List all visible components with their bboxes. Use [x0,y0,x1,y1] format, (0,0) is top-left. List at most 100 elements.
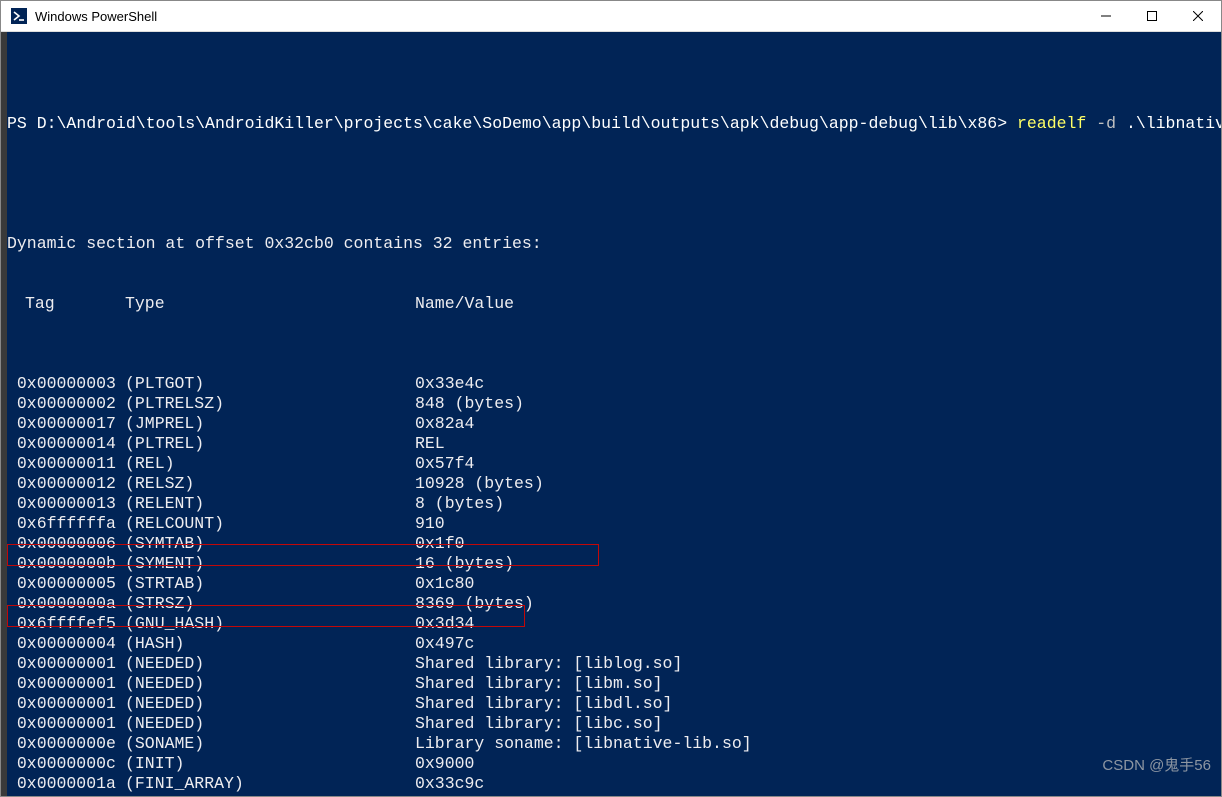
cell-value: 0x57f4 [415,454,474,474]
cell-tag: 0x00000005 [7,574,125,594]
cell-type: (NEEDED) [125,714,415,734]
table-row: 0x6ffffef5(GNU_HASH)0x3d34 [7,614,1217,634]
cell-tag: 0x0000000c [7,754,125,774]
cell-value: 8369 (bytes) [415,594,534,614]
cell-tag: 0x00000001 [7,694,125,714]
table-row: 0x00000001(NEEDED)Shared library: [liblo… [7,654,1217,674]
cell-type: (PLTREL) [125,434,415,454]
maximize-button[interactable] [1129,1,1175,31]
cell-tag: 0x6ffffef5 [7,614,125,634]
close-button[interactable] [1175,1,1221,31]
cell-tag: 0x00000013 [7,494,125,514]
table-row: 0x0000001a(FINI_ARRAY)0x33c9c [7,774,1217,794]
cell-tag: 0x00000014 [7,434,125,454]
cell-type: (FINI_ARRAY) [125,774,415,794]
table-row: 0x00000011(REL)0x57f4 [7,454,1217,474]
cell-type: (STRTAB) [125,574,415,594]
table-row: 0x0000000b(SYMENT)16 (bytes) [7,554,1217,574]
titlebar[interactable]: Windows PowerShell [1,1,1221,32]
table-row: 0x00000001(NEEDED)Shared library: [libm.… [7,674,1217,694]
cell-tag: 0x0000000a [7,594,125,614]
cell-type: (SYMENT) [125,554,415,574]
cell-value: 910 [415,514,445,534]
minimize-button[interactable] [1083,1,1129,31]
hdr-value: Name/Value [415,294,514,314]
cell-tag: 0x6ffffffa [7,514,125,534]
cell-value: Shared library: [libm.so] [415,674,663,694]
cell-tag: 0x00000001 [7,714,125,734]
table-row: 0x00000013(RELENT)8 (bytes) [7,494,1217,514]
cell-type: (STRSZ) [125,594,415,614]
cell-value: 0x1f0 [415,534,465,554]
cell-type: (RELENT) [125,494,415,514]
cell-type: (NEEDED) [125,654,415,674]
prompt-gt: > [997,114,1007,133]
table-row: 0x00000001(NEEDED)Shared library: [libdl… [7,694,1217,714]
cell-type: (INIT) [125,754,415,774]
output-rows: 0x00000003(PLTGOT)0x33e4c 0x00000002(PLT… [7,374,1217,796]
blank-line [7,174,1217,194]
cell-tag: 0x0000000e [7,734,125,754]
cell-type: (GNU_HASH) [125,614,415,634]
cell-tag: 0x00000011 [7,454,125,474]
powershell-icon [11,8,27,24]
cell-type: (REL) [125,454,415,474]
terminal-area[interactable]: PS D:\Android\tools\AndroidKiller\projec… [1,32,1221,796]
command-option: -d [1096,114,1116,133]
prompt-line-1: PS D:\Android\tools\AndroidKiller\projec… [7,114,1217,134]
cell-type: (JMPREL) [125,414,415,434]
cell-value: Shared library: [liblog.so] [415,654,682,674]
cell-tag: 0x0000000b [7,554,125,574]
cell-value: REL [415,434,445,454]
cell-value: 16 (bytes) [415,554,514,574]
cell-value: 0x82a4 [415,414,474,434]
cell-type: (RELCOUNT) [125,514,415,534]
table-row: 0x0000000a(STRSZ)8369 (bytes) [7,594,1217,614]
cell-value: 8 (bytes) [415,794,504,796]
cell-type: (SYMTAB) [125,534,415,554]
cell-type: (PLTGOT) [125,374,415,394]
ps-prefix: PS [7,114,37,133]
cell-value: Library soname: [libnative-lib.so] [415,734,752,754]
cell-tag: 0x0000001a [7,774,125,794]
cell-type: (FINI_ARRAYSZ) [125,794,415,796]
cell-tag: 0x00000004 [7,634,125,654]
table-row: 0x0000000e(SONAME)Library soname: [libna… [7,734,1217,754]
table-row: 0x00000017(JMPREL)0x82a4 [7,414,1217,434]
table-row: 0x0000001c(FINI_ARRAYSZ)8 (bytes) [7,794,1217,796]
cell-value: Shared library: [libdl.so] [415,694,672,714]
table-row: 0x00000003(PLTGOT)0x33e4c [7,374,1217,394]
hdr-type: Type [125,294,415,314]
cell-value: 0x33e4c [415,374,484,394]
cell-tag: 0x00000001 [7,674,125,694]
table-row: 0x00000014(PLTREL)REL [7,434,1217,454]
cell-type: (NEEDED) [125,674,415,694]
cell-value: 0x497c [415,634,474,654]
scrollbar-left[interactable] [1,32,7,796]
cell-value: 0x33c9c [415,774,484,794]
table-row: 0x00000012(RELSZ)10928 (bytes) [7,474,1217,494]
column-headers: TagTypeName/Value [7,294,1217,314]
table-row: 0x00000005(STRTAB)0x1c80 [7,574,1217,594]
table-row: 0x00000004(HASH)0x497c [7,634,1217,654]
table-row: 0x00000001(NEEDED)Shared library: [libc.… [7,714,1217,734]
cell-tag: 0x00000012 [7,474,125,494]
cell-value: 8 (bytes) [415,494,504,514]
cell-tag: 0x00000003 [7,374,125,394]
cell-tag: 0x00000001 [7,654,125,674]
cell-value: 848 (bytes) [415,394,524,414]
hdr-tag: Tag [7,294,125,314]
cell-tag: 0x0000001c [7,794,125,796]
table-row: 0x0000000c(INIT)0x9000 [7,754,1217,774]
cell-type: (HASH) [125,634,415,654]
cell-tag: 0x00000002 [7,394,125,414]
cell-tag: 0x00000017 [7,414,125,434]
cell-tag: 0x00000006 [7,534,125,554]
cell-type: (NEEDED) [125,694,415,714]
cell-value: 10928 (bytes) [415,474,544,494]
cell-value: Shared library: [libc.so] [415,714,663,734]
app-window: Windows PowerShell PS D:\Android\tools\A… [0,0,1222,797]
section-header: Dynamic section at offset 0x32cb0 contai… [7,234,1217,254]
window-title: Windows PowerShell [35,9,1083,24]
cell-type: (PLTRELSZ) [125,394,415,414]
